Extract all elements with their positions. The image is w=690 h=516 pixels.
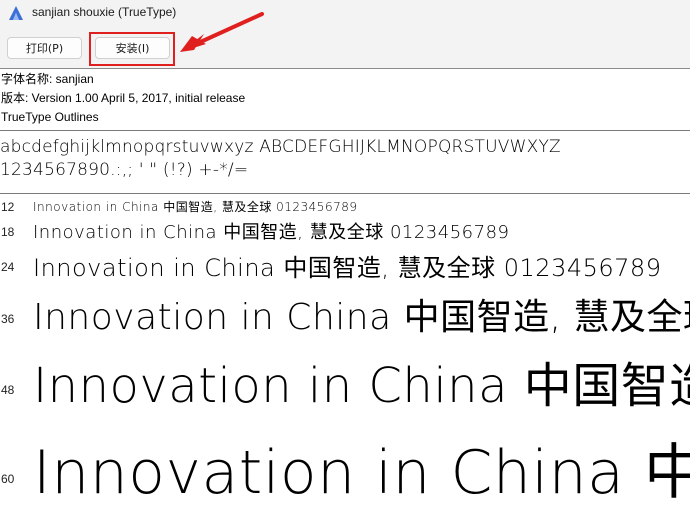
window-title: sanjian shouxie (TrueType) <box>32 5 177 19</box>
font-outline-line: TrueType Outlines <box>1 110 99 124</box>
font-info: 字体名称: sanjian 版本: Version 1.00 April 5, … <box>0 70 690 126</box>
divider <box>0 130 690 131</box>
sample-row-18: 18 Innovation in China 中国智造, 慧及全球 012345… <box>0 216 690 244</box>
charset-letters: abcdefghijklmnopqrstuvwxyz ABCDEFGHIJKLM… <box>0 137 561 157</box>
sample-text: Innovation in China 中国智造, 慧及全球 012345678… <box>33 222 510 243</box>
font-version-line: 版本: Version 1.00 April 5, 2017, initial … <box>1 91 246 105</box>
divider <box>0 193 690 194</box>
sample-row-60: 60 Innovation in China 中 <box>0 418 690 516</box>
font-name-line: 字体名称: sanjian <box>1 72 94 86</box>
size-label: 36 <box>1 312 15 326</box>
sample-text: Innovation in China 中国智造 <box>33 358 690 414</box>
sample-text: Innovation in China 中国智造, 慧及全球 012345678… <box>33 200 358 214</box>
sample-row-12: 12 Innovation in China 中国智造, 慧及全球 012345… <box>0 196 690 216</box>
size-label: 24 <box>1 260 15 274</box>
sample-row-48: 48 Innovation in China 中国智造 <box>0 340 690 418</box>
size-label: 60 <box>1 472 15 486</box>
sample-text: Innovation in China 中 <box>33 438 690 508</box>
font-viewer-icon <box>9 6 23 20</box>
character-set-preview: abcdefghijklmnopqrstuvwxyz ABCDEFGHIJKLM… <box>0 136 690 182</box>
sample-row-36: 36 Innovation in China 中国智造, 慧及全球 <box>0 282 690 340</box>
install-highlight-annotation <box>89 32 175 66</box>
annotation-arrow-icon <box>180 12 264 52</box>
size-label: 12 <box>1 200 15 214</box>
charset-symbols: 1234567890.:,; ' " (!?) +-*/= <box>0 160 249 180</box>
sample-text: Innovation in China 中国智造, 慧及全球 012345678… <box>33 254 662 282</box>
print-button[interactable]: 打印(P) <box>7 37 82 59</box>
sample-text: Innovation in China 中国智造, 慧及全球 <box>33 297 690 338</box>
sample-row-24: 24 Innovation in China 中国智造, 慧及全球 012345… <box>0 244 690 282</box>
size-label: 18 <box>1 225 15 239</box>
size-label: 48 <box>1 383 15 397</box>
title-bar: sanjian shouxie (TrueType) <box>0 0 690 28</box>
